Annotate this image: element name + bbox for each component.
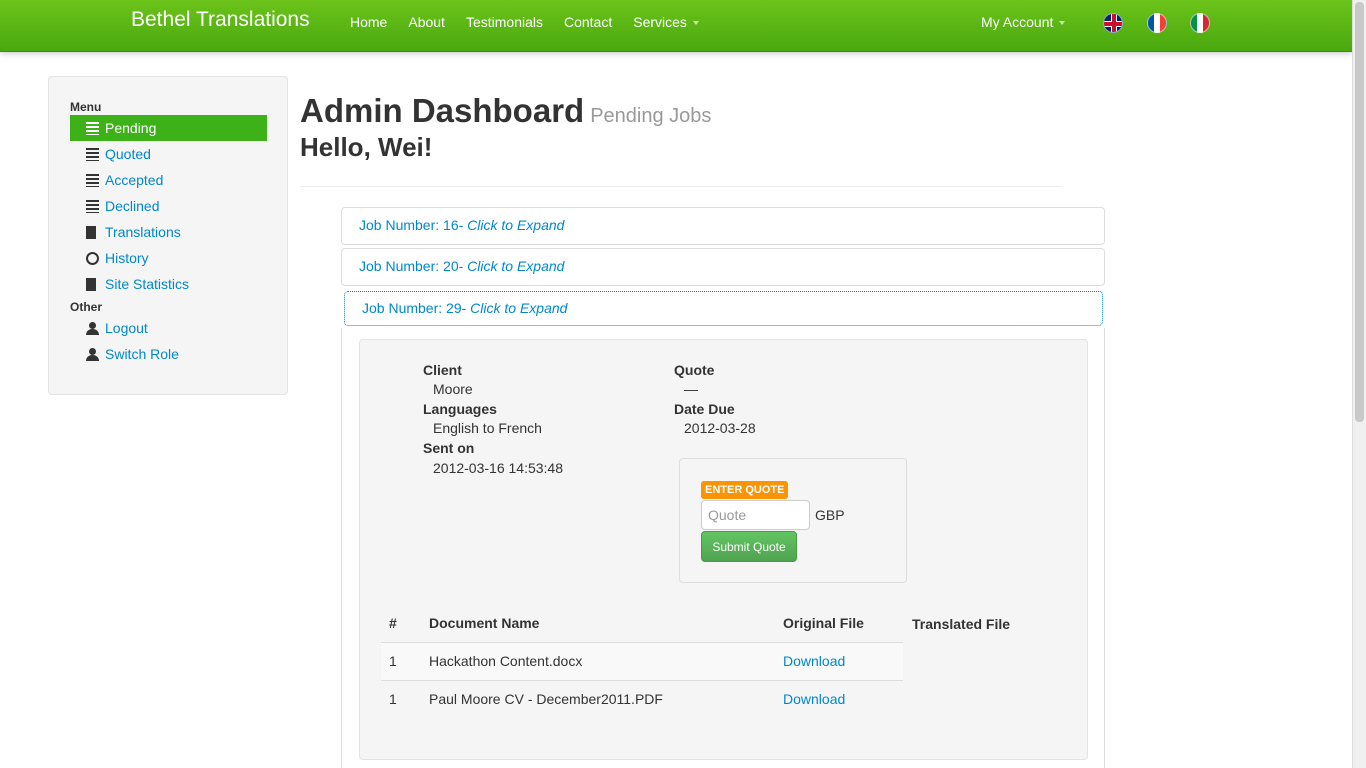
quote-input[interactable]: [701, 500, 810, 530]
sidebar-menu: Menu Pending Quoted Accepted Declined Tr…: [48, 76, 288, 395]
list-icon: [86, 173, 99, 187]
job-29-header[interactable]: Job Number: 29- Click to Expand: [344, 291, 1103, 326]
languages-value: English to French: [433, 420, 542, 436]
nav-testimonials[interactable]: Testimonials: [466, 14, 543, 30]
enter-quote-badge: ENTER QUOTE: [701, 481, 789, 499]
file-icon: [86, 225, 96, 239]
job-number: Job Number: 20-: [359, 258, 468, 274]
download-link[interactable]: Download: [783, 653, 845, 669]
list-icon: [86, 147, 99, 161]
expand-link: Click to Expand: [470, 300, 568, 316]
sidebar-item-translations[interactable]: Translations: [70, 219, 267, 245]
sidebar-item-history[interactable]: History: [70, 245, 267, 271]
client-value: Moore: [433, 381, 473, 397]
table-row: 1 Paul Moore CV - December2011.PDF Downl…: [381, 679, 903, 718]
header-divider: [300, 186, 1062, 187]
row-number: 1: [381, 641, 421, 680]
page-subtitle: Pending Jobs: [590, 105, 712, 127]
submit-quote-button[interactable]: Submit Quote: [701, 531, 797, 562]
languages-label: Languages: [423, 401, 497, 417]
date-due-label: Date Due: [674, 401, 735, 417]
sidebar-item-label: Declined: [105, 198, 160, 214]
list-icon: [86, 199, 99, 213]
sidebar-item-label: Quoted: [105, 146, 151, 162]
nav-about[interactable]: About: [408, 14, 445, 30]
sent-on-label: Sent on: [423, 440, 475, 456]
documents-table: # Document Name Original File 1 Hackatho…: [381, 604, 903, 718]
page-title-text: Admin Dashboard: [300, 92, 585, 129]
job-number: Job Number: 16-: [359, 217, 468, 233]
column-header-document-name: Document Name: [429, 614, 540, 631]
sidebar-item-switch-role[interactable]: Switch Role: [70, 341, 267, 367]
sidebar-item-quoted[interactable]: Quoted: [70, 141, 267, 167]
sidebar-item-accepted[interactable]: Accepted: [70, 167, 267, 193]
sidebar-item-label: Pending: [105, 120, 157, 136]
brand-logo[interactable]: Bethel Translations: [131, 8, 310, 32]
user-icon: [86, 321, 99, 335]
greeting: Hello, Wei!: [300, 132, 433, 162]
row-number: 1: [381, 679, 421, 718]
sidebar-item-label: Translations: [105, 224, 181, 240]
sidebar-item-label: History: [105, 250, 149, 266]
sidebar-other-header: Other: [70, 300, 103, 314]
download-link[interactable]: Download: [783, 691, 845, 707]
sidebar-menu-header: Menu: [70, 100, 102, 114]
expand-link: Click to Expand: [467, 217, 565, 233]
user-icon: [86, 347, 99, 361]
sidebar-item-declined[interactable]: Declined: [70, 193, 267, 219]
table-row: 1 Hackathon Content.docx Download: [381, 641, 903, 680]
job-number: Job Number: 29-: [362, 300, 471, 316]
column-header-original-file: Original File: [783, 614, 864, 631]
sidebar-item-logout[interactable]: Logout: [70, 315, 267, 341]
table-header-row: # Document Name Original File: [381, 604, 903, 642]
currency-label: GBP: [815, 507, 845, 523]
caret-down-icon: [692, 21, 699, 26]
clock-icon: [86, 251, 99, 265]
date-due-value: 2012-03-28: [684, 420, 756, 436]
quote-label: Quote: [674, 362, 715, 378]
column-header-number: #: [389, 614, 397, 631]
my-account-dropdown[interactable]: My Account: [981, 14, 1066, 30]
scrollbar-thumb[interactable]: [1355, 2, 1364, 422]
nav-services-dropdown[interactable]: Services: [633, 14, 699, 30]
top-navbar: Bethel Translations Home About Testimoni…: [0, 0, 1352, 52]
france-flag-icon[interactable]: [1147, 13, 1167, 33]
main-nav: Home About Testimonials Contact Services: [350, 14, 720, 30]
list-icon: [86, 121, 99, 135]
expand-link: Click to Expand: [467, 258, 565, 274]
sidebar-item-site-statistics[interactable]: Site Statistics: [70, 271, 267, 297]
italy-flag-icon[interactable]: [1190, 13, 1210, 33]
column-header-translated-file: Translated File: [912, 616, 1011, 632]
nav-contact[interactable]: Contact: [564, 14, 612, 30]
uk-flag-icon[interactable]: [1103, 13, 1123, 33]
sidebar-item-pending[interactable]: Pending: [70, 115, 267, 141]
sidebar-item-label: Switch Role: [105, 346, 179, 362]
page-scrollbar[interactable]: [1352, 0, 1366, 768]
document-name: Hackathon Content.docx: [421, 641, 775, 680]
my-account-label: My Account: [981, 14, 1054, 30]
book-icon: [86, 277, 96, 291]
client-label: Client: [423, 362, 462, 378]
caret-down-icon: [1059, 21, 1066, 26]
sent-on-value: 2012-03-16 14:53:48: [433, 460, 563, 476]
quote-value: —: [684, 381, 698, 397]
job-16-header[interactable]: Job Number: 16- Click to Expand: [341, 207, 1105, 245]
job-20-header[interactable]: Job Number: 20- Click to Expand: [341, 248, 1105, 286]
sidebar-item-label: Accepted: [105, 172, 164, 188]
page-title: Admin Dashboard Pending Jobs: [300, 92, 711, 130]
sidebar-item-label: Logout: [105, 320, 148, 336]
nav-services-label: Services: [633, 14, 687, 30]
nav-home[interactable]: Home: [350, 14, 387, 30]
sidebar-item-label: Site Statistics: [105, 276, 190, 292]
document-name: Paul Moore CV - December2011.PDF: [421, 679, 775, 718]
